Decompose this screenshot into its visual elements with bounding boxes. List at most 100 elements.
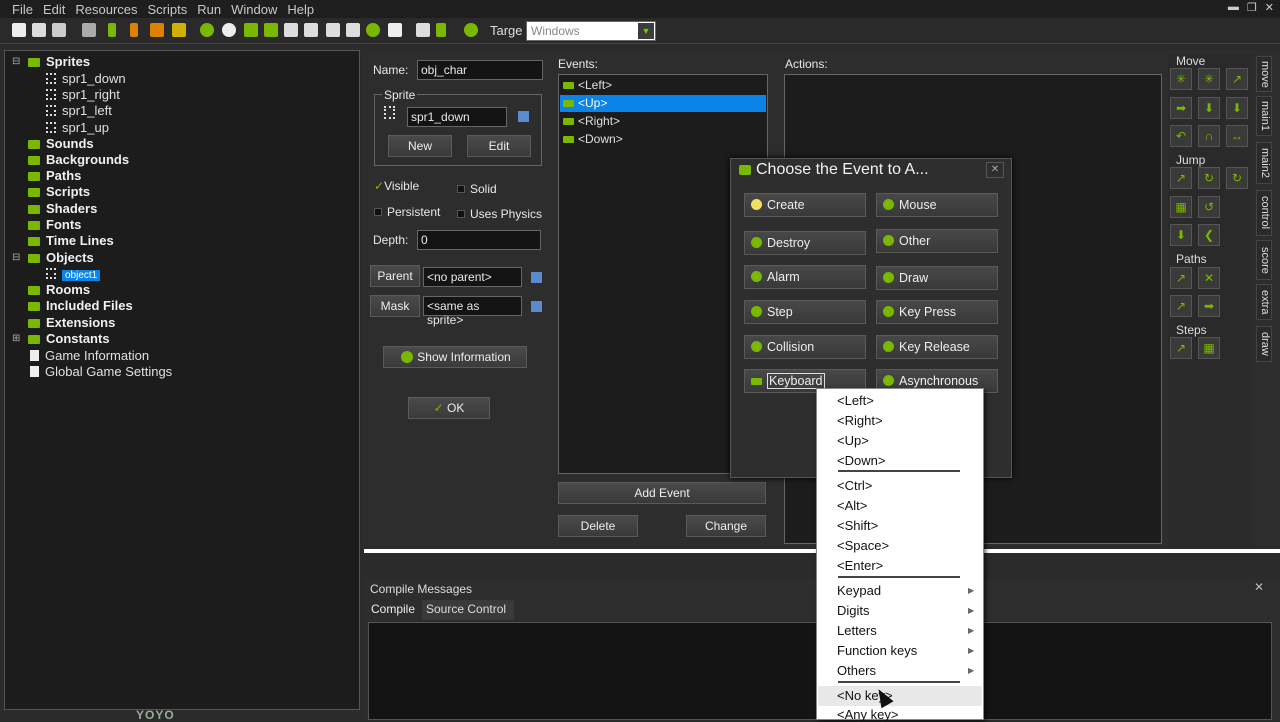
help-icon[interactable] xyxy=(464,23,478,37)
debug-icon[interactable] xyxy=(130,23,138,37)
parent-button[interactable]: Parent xyxy=(370,265,420,287)
menu-item-shift[interactable]: <Shift> xyxy=(837,518,878,533)
menu-item-digits[interactable]: Digits xyxy=(837,603,870,618)
wrap-screen-icon[interactable]: ↺ xyxy=(1198,196,1220,218)
tab-move[interactable]: move xyxy=(1256,56,1272,92)
timeline-icon[interactable] xyxy=(346,23,360,37)
menu-item-enter[interactable]: <Enter> xyxy=(837,558,883,573)
set-path-icon[interactable]: ↗ xyxy=(1170,267,1192,289)
move-free-icon[interactable]: ✳ xyxy=(1198,68,1220,90)
visible-checkbox[interactable]: ✓Visible xyxy=(374,179,419,193)
menu-item-letters[interactable]: Letters xyxy=(837,623,877,638)
font-icon[interactable] xyxy=(326,23,340,37)
sound-icon[interactable] xyxy=(222,23,236,37)
expand-icon[interactable]: ⊞ xyxy=(12,333,20,344)
menu-item-down[interactable]: <Down> xyxy=(837,453,885,468)
menu-file[interactable]: File xyxy=(12,2,33,17)
event-keypress-button[interactable]: Key Press xyxy=(876,300,998,324)
build-icon[interactable] xyxy=(172,23,186,37)
persistent-checkbox[interactable]: Persistent xyxy=(374,205,440,219)
bounce-icon[interactable]: ❮ xyxy=(1198,224,1220,246)
event-create-button[interactable]: Create xyxy=(744,193,866,217)
menu-window[interactable]: Window xyxy=(231,2,277,17)
menu-item-function-keys[interactable]: Function keys xyxy=(837,643,917,658)
game-info-icon[interactable] xyxy=(416,23,430,37)
speed-vertical-icon[interactable]: ⬇ xyxy=(1198,97,1220,119)
tree-sprite-item[interactable]: spr1_right xyxy=(46,87,120,102)
menu-help[interactable]: Help xyxy=(287,2,314,17)
tab-control[interactable]: control xyxy=(1256,190,1272,236)
event-item-down[interactable]: <Down> xyxy=(560,131,766,148)
tab-compile[interactable]: Compile xyxy=(366,600,420,620)
menu-resources[interactable]: Resources xyxy=(75,2,137,17)
jump-position-icon[interactable]: ↗ xyxy=(1170,167,1192,189)
step-towards-icon[interactable]: ↗ xyxy=(1170,337,1192,359)
new-file-icon[interactable] xyxy=(12,23,26,37)
tab-score[interactable]: score xyxy=(1256,240,1272,280)
browse-mask-icon[interactable] xyxy=(531,301,542,312)
path-position-icon[interactable]: ↗ xyxy=(1170,295,1192,317)
align-grid-icon[interactable]: ▦ xyxy=(1170,196,1192,218)
mask-field[interactable]: <same as sprite> xyxy=(423,296,522,327)
menu-item-alt[interactable]: <Alt> xyxy=(837,498,867,513)
tab-main1[interactable]: main1 xyxy=(1256,96,1272,136)
menu-item-ctrl[interactable]: <Ctrl> xyxy=(837,478,872,493)
event-alarm-button[interactable]: Alarm xyxy=(744,265,866,289)
tree-extensions[interactable]: Extensions xyxy=(28,315,115,330)
step-avoid-icon[interactable]: ▦ xyxy=(1198,337,1220,359)
add-event-button[interactable]: Add Event xyxy=(558,482,766,504)
event-item-right[interactable]: <Right> xyxy=(560,113,766,130)
tree-paths[interactable]: Paths xyxy=(28,168,81,183)
depth-field[interactable]: 0 xyxy=(417,230,541,250)
event-draw-button[interactable]: Draw xyxy=(876,266,998,290)
menu-scripts[interactable]: Scripts xyxy=(148,2,188,17)
collapse-icon[interactable]: ⊟ xyxy=(12,56,20,67)
tab-extra[interactable]: extra xyxy=(1256,284,1272,320)
edit-sprite-button[interactable]: Edit xyxy=(467,135,531,157)
physics-checkbox[interactable]: Uses Physics xyxy=(457,207,542,221)
event-step-button[interactable]: Step xyxy=(744,300,866,324)
menu-item-others[interactable]: Others xyxy=(837,663,876,678)
collapse-icon[interactable]: ⊟ xyxy=(12,252,20,263)
new-sprite-button[interactable]: New xyxy=(388,135,452,157)
event-destroy-button[interactable]: Destroy xyxy=(744,231,866,255)
menu-run[interactable]: Run xyxy=(197,2,221,17)
path-speed-icon[interactable]: ➡ xyxy=(1198,295,1220,317)
tree-constants[interactable]: Constants xyxy=(28,331,110,346)
sprite-field[interactable]: spr1_down xyxy=(407,107,507,127)
export-icon[interactable] xyxy=(82,23,96,37)
object-icon[interactable] xyxy=(366,23,380,37)
event-other-button[interactable]: Other xyxy=(876,229,998,253)
move-towards-icon[interactable]: ↗ xyxy=(1226,68,1248,90)
shader-icon[interactable] xyxy=(304,23,318,37)
browse-sprite-icon[interactable] xyxy=(518,111,529,122)
reverse-horizontal-icon[interactable]: ↶ xyxy=(1170,125,1192,147)
menu-item-left[interactable]: <Left> xyxy=(837,393,874,408)
add-icon[interactable] xyxy=(436,23,446,37)
save-icon[interactable] xyxy=(52,23,66,37)
chevron-down-icon[interactable]: ▼ xyxy=(638,23,654,39)
browse-parent-icon[interactable] xyxy=(531,272,542,283)
solid-checkbox[interactable]: Solid xyxy=(457,182,497,196)
tab-source-control[interactable]: Source Control xyxy=(422,600,514,620)
target-select[interactable]: Windows ▼ xyxy=(526,21,656,41)
background-icon[interactable] xyxy=(244,23,258,37)
restore-icon[interactable]: ❐ xyxy=(1247,1,1257,14)
close-icon[interactable]: ✕ xyxy=(1254,580,1264,594)
tree-fonts[interactable]: Fonts xyxy=(28,217,81,232)
path-icon[interactable] xyxy=(264,23,278,37)
parent-field[interactable]: <no parent> xyxy=(423,267,522,287)
menu-item-right[interactable]: <Right> xyxy=(837,413,883,428)
tree-global-settings[interactable]: Global Game Settings xyxy=(30,364,172,379)
tree-backgrounds[interactable]: Backgrounds xyxy=(28,152,129,167)
tree-sprite-item[interactable]: spr1_down xyxy=(46,71,126,86)
event-mouse-button[interactable]: Mouse xyxy=(876,193,998,217)
event-collision-button[interactable]: Collision xyxy=(744,335,866,359)
friction-icon[interactable]: ↔ xyxy=(1226,125,1248,147)
delete-event-button[interactable]: Delete xyxy=(558,515,638,537)
event-item-up[interactable]: <Up> xyxy=(560,95,766,112)
show-information-button[interactable]: Show Information xyxy=(383,346,527,368)
tree-sounds[interactable]: Sounds xyxy=(28,136,94,151)
tree-objects[interactable]: Objects xyxy=(28,250,94,265)
open-icon[interactable] xyxy=(32,23,46,37)
